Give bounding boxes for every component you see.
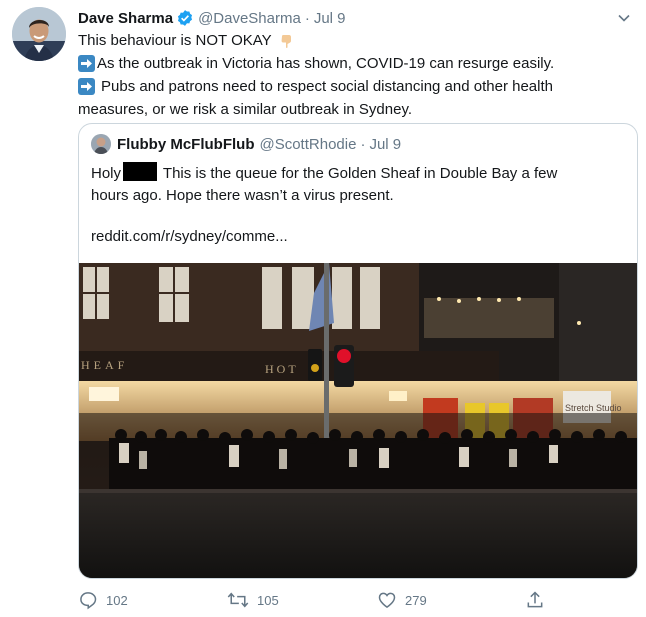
- like-heart-icon: [378, 592, 396, 608]
- photo-sign-heaf: HEAF: [81, 358, 128, 372]
- tweet-line-1: This behaviour is NOT OKAY: [78, 29, 628, 52]
- tweet-line-2: As the outbreak in Victoria has shown, C…: [78, 52, 628, 75]
- reply-button[interactable]: 102: [78, 590, 128, 610]
- like-count: 279: [405, 592, 427, 608]
- quoted-author-handle[interactable]: @ScottRhodie: [259, 136, 356, 153]
- tweet-header: Dave Sharma @DaveSharma · Jul 9: [78, 7, 632, 29]
- tweet-date[interactable]: Jul 9: [314, 10, 346, 27]
- tweet-line-3: Pubs and patrons need to respect social …: [78, 75, 628, 98]
- quoted-separator-dot: ·: [360, 135, 366, 153]
- reply-count: 102: [106, 592, 128, 608]
- tweet-actions: 102 105 279: [78, 590, 558, 612]
- author-avatar[interactable]: [12, 7, 66, 61]
- retweet-count: 105: [257, 592, 279, 608]
- chevron-down-icon[interactable]: [616, 10, 632, 26]
- separator-dot: ·: [304, 9, 310, 27]
- retweet-icon: [227, 592, 249, 608]
- tweet-line-4: measures, or we risk a similar outbreak …: [78, 98, 628, 121]
- tweet-line-2-text: As the outbreak in Victoria has shown, C…: [97, 55, 555, 72]
- quoted-text-rest: This is the queue for the Golden Sheaf i…: [162, 165, 558, 182]
- quoted-link[interactable]: reddit.com/r/sydney/comme...: [91, 228, 288, 245]
- retweet-button[interactable]: 105: [227, 590, 279, 610]
- quoted-date[interactable]: Jul 9: [369, 136, 401, 153]
- quoted-tweet-header: Flubby McFlubFlub @ScottRhodie · Jul 9: [91, 134, 401, 154]
- reply-icon: [80, 592, 97, 610]
- quoted-author-name[interactable]: Flubby McFlubFlub: [117, 136, 254, 153]
- share-button[interactable]: [525, 590, 553, 610]
- like-button[interactable]: 279: [377, 590, 427, 610]
- share-icon: [527, 591, 543, 608]
- right-arrow-emoji-icon: [78, 55, 95, 72]
- verified-badge-icon: [178, 10, 193, 26]
- redaction-bar: [123, 162, 158, 181]
- tweet-line-3-text: Pubs and patrons need to respect social …: [101, 78, 553, 95]
- quoted-author-avatar[interactable]: [91, 134, 111, 154]
- quoted-tweet-text: Holy This is the queue for the Golden Sh…: [91, 162, 621, 207]
- quoted-tweet[interactable]: Flubby McFlubFlub @ScottRhodie · Jul 9 H…: [78, 123, 638, 579]
- backhand-index-pointing-down-icon: [281, 34, 291, 48]
- tweet-text: This behaviour is NOT OKAY As the outbre…: [78, 29, 628, 121]
- quoted-text-line-2: hours ago. Hope there wasn’t a virus pre…: [91, 187, 394, 204]
- quoted-text-start: Holy: [91, 165, 122, 182]
- photo-sign-studio: Stretch Studio: [565, 403, 622, 413]
- right-arrow-emoji-icon: [78, 78, 95, 95]
- tweet-card[interactable]: Dave Sharma @DaveSharma · Jul 9 This beh…: [0, 0, 646, 617]
- queue-photo[interactable]: HEAF HOT Stretch Studio: [79, 263, 637, 578]
- author-handle[interactable]: @DaveSharma: [198, 10, 301, 27]
- author-name[interactable]: Dave Sharma: [78, 10, 173, 27]
- tweet-line-4-text: measures, or we risk a similar outbreak …: [78, 101, 413, 118]
- tweet-line-1-text: This behaviour is NOT OKAY: [78, 32, 272, 49]
- photo-sign-hotel: HOT: [265, 362, 299, 376]
